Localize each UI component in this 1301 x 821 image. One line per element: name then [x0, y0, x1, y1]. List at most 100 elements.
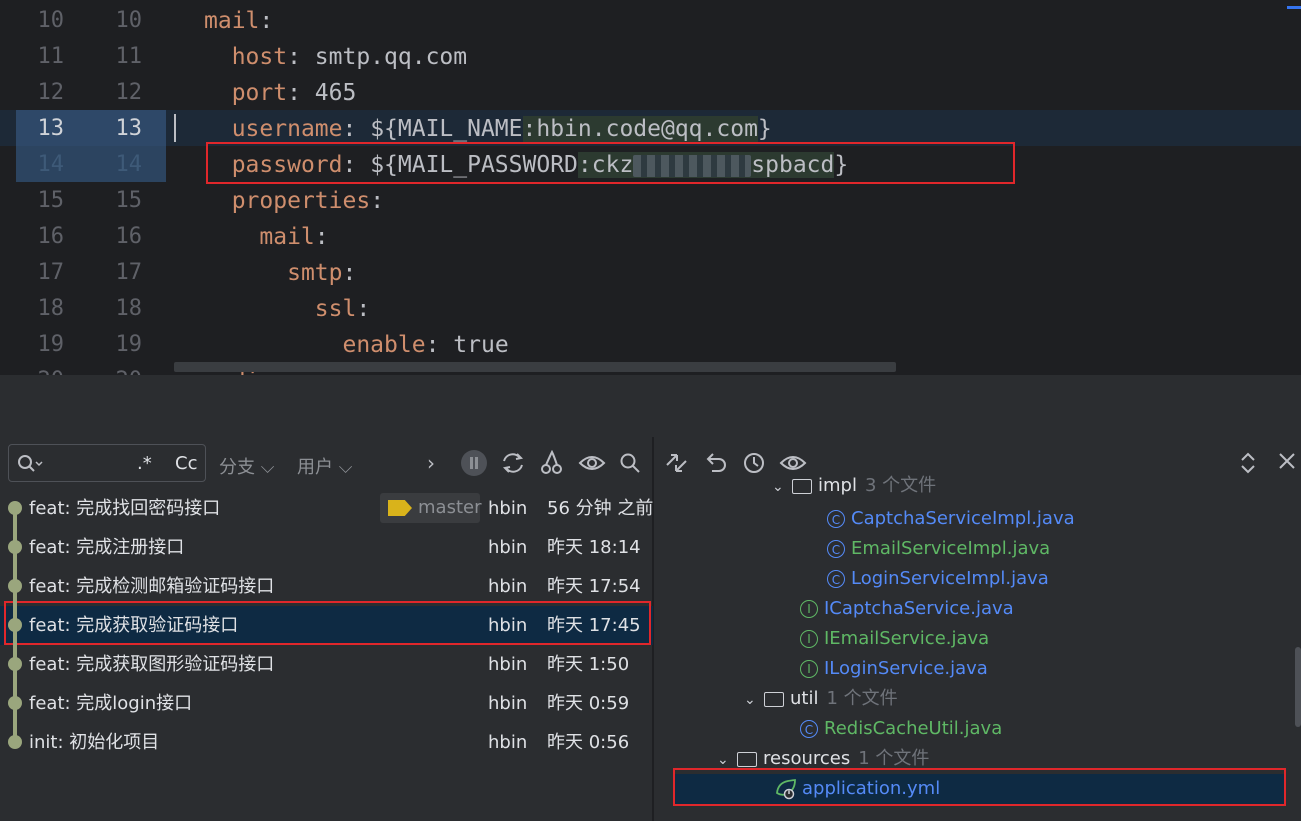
- line-number-right: 10: [115, 8, 143, 33]
- line-number-right: 16: [115, 224, 143, 249]
- tree-file[interactable]: I ICaptchaService.java: [800, 594, 1014, 624]
- commit-message: feat: 完成login接口: [29, 693, 193, 714]
- line-number-left: 19: [37, 332, 65, 357]
- tree-file[interactable]: I IEmailService.java: [800, 624, 989, 654]
- tag-icon: [388, 500, 412, 516]
- commit-message: feat: 完成注册接口: [29, 537, 185, 558]
- commit-graph-node: [8, 735, 22, 749]
- tree-file[interactable]: C CaptchaServiceImpl.java: [827, 504, 1075, 534]
- search-icon[interactable]: [619, 452, 641, 474]
- highlight-box-password: [206, 142, 1015, 184]
- interface-icon: I: [800, 600, 818, 618]
- search-icon[interactable]: [17, 454, 43, 474]
- commit-message: init: 初始化项目: [29, 732, 160, 753]
- commit-row[interactable]: feat: 完成找回密码接口 master hbin 56 分钟 之前: [0, 489, 653, 528]
- branch-filter[interactable]: 分支 ⌵: [219, 453, 274, 479]
- commit-time: 昨天 0:59: [547, 693, 630, 714]
- code-line: 19 19 enable: true: [0, 326, 1301, 362]
- highlight-box-file: [673, 768, 1286, 806]
- chevron-down-icon[interactable]: ⌄: [744, 685, 764, 715]
- git-log-panel: .* Cc 分支 ⌵ 用户 ⌵ › feat: 完成找回密码接口 master …: [0, 437, 653, 821]
- line-number-left: 15: [37, 188, 65, 213]
- interface-icon: I: [800, 660, 818, 678]
- code-line-current: 13 13 username: ${MAIL_NAME:hbin.code@qq…: [0, 110, 1301, 146]
- highlight-box-commit: [4, 601, 651, 645]
- line-number-right: 11: [115, 44, 143, 69]
- line-number-right: 17: [115, 260, 143, 285]
- interface-icon: I: [800, 630, 818, 648]
- folder-icon: [792, 478, 812, 494]
- commit-author: hbin: [488, 654, 528, 675]
- cherry-pick-icon[interactable]: [540, 450, 564, 476]
- line-number-right: 14: [115, 152, 143, 177]
- code-line: 15 15 properties:: [0, 182, 1301, 218]
- chevron-down-icon[interactable]: ⌄: [772, 476, 792, 497]
- eye-icon[interactable]: [578, 452, 606, 474]
- panel-divider: [0, 375, 1301, 437]
- user-filter[interactable]: 用户 ⌵: [297, 453, 352, 479]
- folder-icon: [764, 691, 784, 707]
- class-icon: C: [827, 540, 845, 558]
- history-icon[interactable]: [742, 451, 766, 475]
- regex-toggle[interactable]: .*: [137, 453, 152, 474]
- chevron-right-icon[interactable]: ›: [427, 453, 435, 473]
- tree-file[interactable]: C EmailServiceImpl.java: [827, 534, 1050, 564]
- code-line: 12 12 port: 465: [0, 74, 1301, 110]
- commit-graph-node: [8, 540, 22, 554]
- line-number-right: 12: [115, 80, 143, 105]
- code-text: ssl:: [314, 296, 371, 322]
- refresh-icon[interactable]: [500, 451, 526, 475]
- tree-folder-util[interactable]: ⌄ util 1 个文件: [744, 684, 898, 714]
- tree-file[interactable]: I ILoginService.java: [800, 654, 988, 684]
- vertical-scrollbar[interactable]: [1295, 647, 1301, 727]
- diff-arrows-icon[interactable]: [664, 451, 690, 475]
- line-number-right: 19: [115, 332, 143, 357]
- code-text: port: 465: [231, 80, 357, 106]
- tree-file[interactable]: C RedisCacheUtil.java: [800, 714, 1002, 744]
- commit-graph-node: [8, 696, 22, 710]
- tree-folder-impl[interactable]: ⌄ impl 3 个文件: [772, 475, 936, 497]
- line-number-left: 13: [37, 116, 65, 141]
- match-case-toggle[interactable]: Cc: [175, 453, 197, 474]
- commit-author: hbin: [488, 693, 528, 714]
- code-text: smtp:: [287, 260, 357, 286]
- class-icon: C: [827, 510, 845, 528]
- commit-row[interactable]: init: 初始化项目 hbin 昨天 0:56: [0, 723, 653, 762]
- line-number-right: 15: [115, 188, 143, 213]
- code-text: enable: true: [342, 332, 509, 358]
- line-number-right: 13: [115, 116, 143, 141]
- undo-icon[interactable]: [704, 451, 728, 473]
- line-number-left: 18: [37, 296, 65, 321]
- code-text: mail:: [259, 224, 329, 250]
- code-text: host: smtp.qq.com: [231, 44, 468, 70]
- code-line: 18 18 ssl:: [0, 290, 1301, 326]
- pause-icon[interactable]: [461, 450, 487, 476]
- commit-message: feat: 完成获取图形验证码接口: [29, 654, 275, 675]
- commit-graph-node: [8, 501, 22, 515]
- commit-time: 昨天 18:14: [547, 537, 641, 558]
- commit-author: hbin: [488, 498, 528, 519]
- commit-time: 昨天 1:50: [547, 654, 630, 675]
- commit-graph-node: [8, 618, 22, 632]
- close-icon[interactable]: [1278, 452, 1296, 472]
- line-number-left: 11: [37, 44, 65, 69]
- code-line: 17 17 smtp:: [0, 254, 1301, 290]
- commit-row[interactable]: feat: 完成注册接口 hbin 昨天 18:14: [0, 528, 653, 567]
- code-editor[interactable]: 10 10 mail: 11 11 host: smtp.qq.com 12 1…: [0, 0, 1301, 375]
- horizontal-scrollbar[interactable]: [174, 362, 896, 372]
- line-number-left: 12: [37, 80, 65, 105]
- commit-time: 昨天 0:56: [547, 732, 630, 753]
- commit-row[interactable]: feat: 完成获取图形验证码接口 hbin 昨天 1:50: [0, 645, 653, 684]
- line-number-right: 18: [115, 296, 143, 321]
- code-line: 10 10 mail:: [0, 2, 1301, 38]
- text-caret: [174, 114, 176, 142]
- commit-author: hbin: [488, 537, 528, 558]
- eye-icon[interactable]: [779, 452, 807, 474]
- changed-files-panel: ⌄ impl 3 个文件 C CaptchaServiceImpl.java C Ema…: [654, 437, 1301, 821]
- commit-author: hbin: [488, 732, 528, 753]
- commit-row[interactable]: feat: 完成login接口 hbin 昨天 0:59: [0, 684, 653, 723]
- commit-search-input[interactable]: .* Cc: [8, 444, 206, 482]
- tree-file[interactable]: C LoginServiceImpl.java: [827, 564, 1049, 594]
- commit-graph-node: [8, 579, 22, 593]
- expand-collapse-icon[interactable]: [1240, 452, 1256, 474]
